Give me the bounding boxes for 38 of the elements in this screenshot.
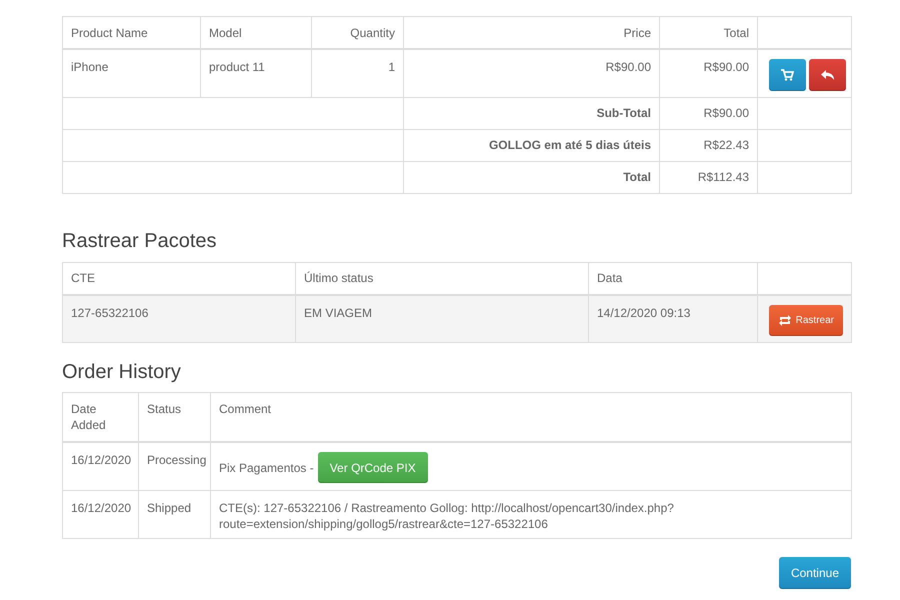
column-header: Status	[138, 392, 210, 442]
table-cell: Processing	[138, 442, 210, 490]
table-cell: R$90.00	[660, 49, 758, 97]
column-header: Comment	[210, 392, 852, 442]
comment-text: CTE(s): 127-65322106 / Rastreamento Gollog: http://localhost/opencart30/index.php?route=extension/shipping/gollog5/rastrear&cte=127-65322106	[219, 500, 675, 532]
qr-code-button[interactable]: Ver QrCode PIX	[318, 452, 428, 483]
reply-arrow-icon	[821, 69, 834, 81]
table-cell: Shipped	[138, 490, 210, 538]
track-button[interactable]: Rastrear	[768, 304, 843, 336]
section-title: Order History	[62, 361, 182, 384]
section-title: Rastrear Pacotes	[62, 230, 218, 252]
comment-text: Pix Pagamentos -	[219, 460, 314, 474]
column-header: Date Added	[62, 392, 138, 442]
total-label: Total	[404, 161, 660, 193]
table-cell: 16/12/2020	[62, 490, 138, 538]
table-cell: EM VIAGEM	[296, 294, 588, 342]
table-cell: iPhone	[62, 49, 200, 97]
column-header: Total	[660, 16, 758, 49]
reorder-button[interactable]	[769, 59, 806, 91]
total-value: R$112.43	[660, 161, 758, 193]
total-label: Sub-Total	[404, 97, 660, 129]
table-cell: 14/12/2020 09:13	[588, 294, 758, 342]
table-cell: 1	[312, 49, 404, 97]
table-cell: 127-65322106	[62, 294, 296, 342]
cart-icon	[781, 69, 794, 81]
total-label: GOLLOG em até 5 dias úteis	[404, 129, 660, 161]
column-header: Price	[404, 16, 660, 49]
table-cell: R$90.00	[404, 49, 660, 97]
refresh-icon	[778, 314, 792, 326]
total-value: R$90.00	[660, 97, 758, 129]
column-header: Model	[200, 16, 312, 49]
table-cell: product 11	[200, 49, 312, 97]
continue-button[interactable]: Continue	[778, 556, 851, 588]
column-header: Product Name	[62, 16, 200, 49]
return-button[interactable]	[809, 59, 846, 91]
column-header: Quantity	[312, 16, 404, 49]
total-value: R$22.43	[660, 129, 758, 161]
table-cell: 16/12/2020	[62, 442, 138, 490]
